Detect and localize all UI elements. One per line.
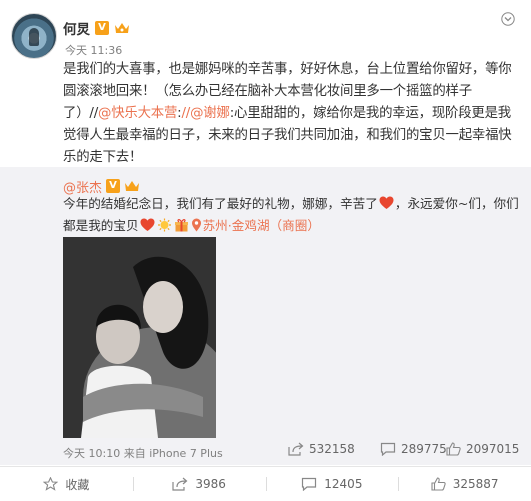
vip-badge-icon: V [95,21,109,35]
location-pin-icon [191,218,202,232]
author-row: 何炅 V [63,18,130,38]
repost-like-stat[interactable]: 2097015 [446,442,519,456]
repost-comment-count: 289775 [401,442,447,456]
share-count: 3986 [195,477,226,491]
more-options-button[interactable] [498,9,518,29]
chevron-down-icon [501,12,515,26]
share-button[interactable]: 3986 [132,467,266,501]
repost-photo[interactable] [63,237,216,438]
author-name[interactable]: 何炅 [63,18,90,38]
repost-text: 今年的结婚纪念日，我们有了最好的礼物，娜娜，辛苦了 ，永远爱你~们，你们都是我的宝… [63,193,521,236]
repost-like-count: 2097015 [466,442,520,456]
repost-share-count: 532158 [309,442,355,456]
like-button[interactable]: 325887 [398,467,531,501]
mention-link-xiena[interactable]: //@谢娜 [181,106,229,121]
comment-button[interactable]: 12405 [265,467,399,501]
mention-link-kuaile[interactable]: @快乐大本营 [98,106,177,121]
share-icon [172,477,188,491]
comment-icon [380,442,396,456]
action-bar: 收藏 3986 12405 325887 [0,467,531,501]
author-avatar[interactable] [11,13,57,59]
gift-emoji-icon [174,218,189,232]
post-text: 是我们的大喜事，也是娜妈咪的辛苦事，好好休息，台上位置给你留好，等你圆滚滚地回来… [63,59,519,169]
favorite-button[interactable]: 收藏 [0,467,133,501]
favorite-icon [43,477,59,491]
favorite-label: 收藏 [65,477,90,492]
repost-comment-stat[interactable]: 289775 [380,442,447,456]
comment-count: 12405 [324,477,363,491]
vip-badge-icon: V [106,179,121,193]
share-icon [288,442,304,456]
post-time[interactable]: 今天 11:36 [65,42,122,58]
location-link[interactable]: 苏州·金鸡湖（商圈） [203,218,320,233]
repost-meta[interactable]: 今天 10:10 来自 iPhone 7 Plus [63,445,223,461]
member-crown-icon [124,179,140,193]
like-icon [446,442,461,456]
heart-emoji-icon [140,218,155,232]
repost-share-stat[interactable]: 532158 [288,442,355,456]
heart-emoji-icon [379,196,394,210]
repost-text-part1: 今年的结婚纪念日，我们有了最好的礼物，娜娜，辛苦了 [63,196,378,211]
member-crown-icon [114,21,130,35]
comment-icon [301,477,317,491]
like-count: 325887 [452,477,499,491]
sun-emoji-icon [157,218,172,232]
weibo-post: 何炅 V 今天 11:36 是我们的大喜事，也是娜妈咪的辛苦事，好好休息，台上位… [0,0,531,501]
like-icon [431,477,446,491]
